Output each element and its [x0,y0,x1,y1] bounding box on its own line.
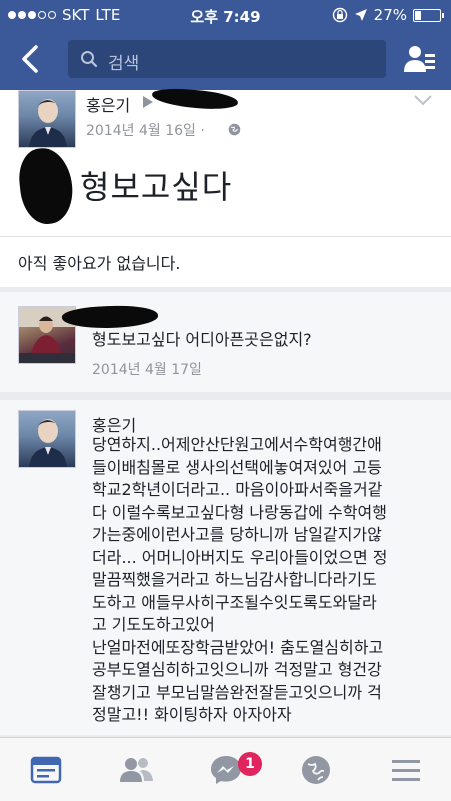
news-feed-icon[interactable] [26,750,66,790]
comment-text: 형도보고싶다 어디아픈곳은없지? [92,330,312,349]
comment-line: 당연하지..어제안산단원고에서수학여행간애 [92,435,382,454]
battery-icon [413,8,444,22]
comment-author-name[interactable]: 홍은기 [92,412,136,436]
comment-body: 당연하지..어제안산단원고에서수학여행간애 들이배침몰로 생사의선택에놓여져있어… [92,434,387,727]
comment-line: 공부도열심히하고잇으니까 걱정말고 형건강 [92,660,382,679]
person-photo-icon [29,419,67,467]
likes-text: 아직 좋아요가 없습니다. [18,254,181,273]
post-date[interactable]: 2014년 4월 16일 · [86,120,205,140]
back-chevron-icon[interactable] [14,42,48,76]
comment-line: 말끔찍했을거라고 하느님감사합니다라기도 [92,570,377,589]
commenter-avatar[interactable] [18,410,76,468]
top-bar: SKT LTE 오후 7:49 27% 검색 [0,0,451,90]
bottom-tab-bar [0,737,451,801]
search-placeholder: 검색 [108,54,140,74]
redaction-scribble [61,303,159,331]
post-options-chevron-icon[interactable] [413,94,433,106]
comment-item: 형도보고싶다 어디아픈곳은없지? 2014년 4월 17일 [0,292,451,392]
author-avatar[interactable] [18,90,76,148]
friends-icon[interactable] [116,750,156,790]
post-author-name[interactable]: 홍은기 [86,92,130,116]
likes-summary: 아직 좋아요가 없습니다. [0,236,451,287]
friend-list-icon[interactable] [403,42,437,76]
arrow-right-icon [143,96,153,108]
comment-line: 고 기도도하고있어 [92,615,215,634]
redaction-scribble [151,87,239,111]
nav-bar: 검색 [0,30,451,90]
menu-icon[interactable] [386,750,426,790]
messages-badge: 1 [238,752,262,776]
search-input[interactable]: 검색 [68,40,386,78]
comment-line: 잘챙기고 부모님말씀완전잘듣고잇으니까 걱 [92,682,382,702]
redaction-scribble [16,145,76,227]
status-bar: SKT LTE 오후 7:49 27% [0,0,451,30]
comment-line: 학교2학년이더라고.. 마음이아파서죽을거같 [92,480,383,499]
search-icon [81,51,98,68]
globe-icon [228,123,241,136]
rotation-lock-icon [332,7,347,23]
comment-line: 더라... 어머니아버지도 우리아들이었으면 정 [92,547,388,567]
comment-line: 들이배침몰로 생사의선택에놓여져있어 고등 [92,457,382,477]
comment-line: 가는중에이런사고를 당하니까 남일같지가않 [92,525,382,544]
comment-line: 정말고!! 화이팅하자 아자아자 [92,705,292,724]
post-card: 홍은기 2014년 4월 16일 · 형보고싶다 아직 좋아요가 없습니다. [0,87,451,287]
location-arrow-icon [354,9,367,21]
notifications-globe-icon[interactable] [296,750,336,790]
comment-line: 도하고 애들무사히구조될수잇도록도와달라 [92,592,377,612]
comment-item: 홍은기 당연하지..어제안산단원고에서수학여행간애 들이배침몰로 생사의선택에놓… [0,400,451,735]
post-text: 형보고싶다 [80,168,233,206]
comment-line: 난얼마전에또장학금받았어! 춤도열심히하고 [92,637,384,657]
battery-percent: 27% [373,6,407,24]
comment-date[interactable]: 2014년 4월 17일 [92,359,202,379]
person-photo-icon [29,99,67,147]
comment-line: 다 이럴수록보고싶다형 나랑동갑에 수학여행 [92,502,387,522]
